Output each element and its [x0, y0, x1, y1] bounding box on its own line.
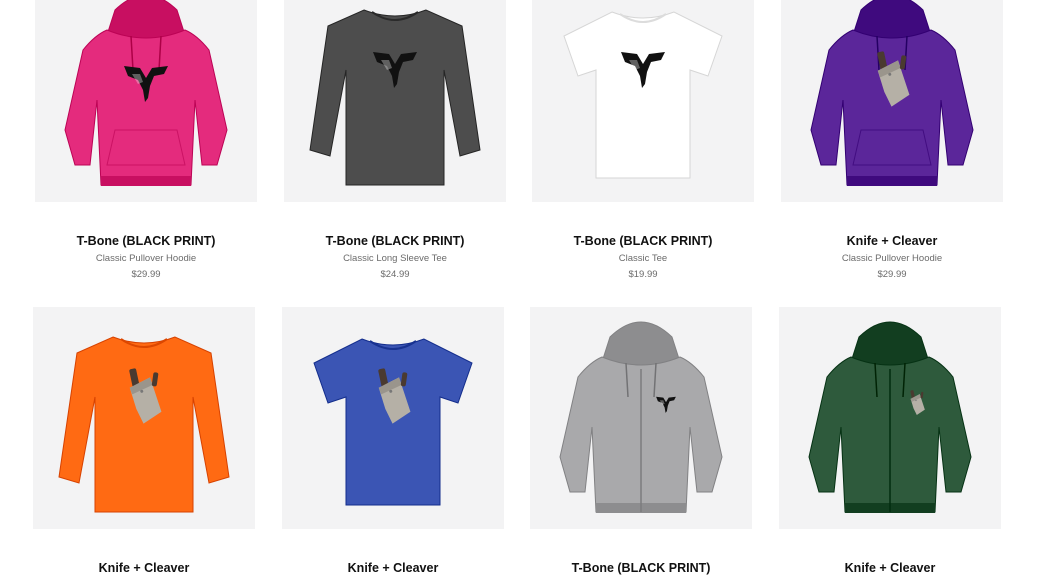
product-image[interactable] [282, 307, 504, 529]
product-title[interactable]: T-Bone (BLACK PRINT) [530, 561, 752, 576]
product-price: $29.99 [877, 269, 907, 280]
hoodie-illustration [64, 0, 228, 186]
product-image[interactable] [532, 0, 754, 202]
product-style: Classic Pullover Hoodie [95, 253, 197, 264]
garment-body [810, 29, 974, 186]
product-card[interactable]: T-Bone (BLACK PRINT) Classic Long Sleeve… [284, 0, 506, 281]
product-card[interactable]: Knife + Cleaver [779, 307, 1001, 576]
tee-illustration [313, 338, 473, 506]
product-title[interactable]: T-Bone (BLACK PRINT) [284, 234, 506, 249]
garment-body [309, 9, 481, 186]
product-title[interactable]: Knife + Cleaver [33, 561, 255, 576]
longsleeve-illustration [58, 336, 230, 513]
hoodie-illustration [810, 0, 974, 186]
tee-illustration [563, 11, 723, 179]
product-card[interactable]: Knife + Cleaver [33, 307, 255, 576]
garment-body [58, 336, 230, 513]
product-title[interactable]: T-Bone (BLACK PRINT) [532, 234, 754, 249]
product-image[interactable] [781, 0, 1003, 202]
zip-hoodie-illustration [559, 321, 723, 513]
product-price: $19.99 [628, 269, 658, 280]
product-style: Classic Long Sleeve Tee [343, 253, 447, 264]
product-image[interactable] [35, 0, 257, 202]
product-card[interactable]: T-Bone (BLACK PRINT) Classic Tee $19.99 [532, 0, 754, 281]
zip-hoodie-illustration [808, 321, 972, 513]
product-title[interactable]: Knife + Cleaver [282, 561, 504, 576]
garment-body [563, 11, 723, 179]
product-card[interactable]: Knife + Cleaver [282, 307, 504, 576]
product-card[interactable]: T-Bone (BLACK PRINT) Classic Pullover Ho… [35, 0, 257, 281]
product-grid: T-Bone (BLACK PRINT) Classic Pullover Ho… [0, 0, 1038, 576]
product-title[interactable]: Knife + Cleaver [779, 561, 1001, 576]
product-price: $24.99 [380, 269, 410, 280]
product-title[interactable]: Knife + Cleaver [781, 234, 1003, 249]
product-card[interactable]: T-Bone (BLACK PRINT) [530, 307, 752, 576]
product-image[interactable] [779, 307, 1001, 529]
garment-body [64, 29, 228, 186]
product-image[interactable] [33, 307, 255, 529]
product-image[interactable] [530, 307, 752, 529]
product-price: $29.99 [131, 269, 161, 280]
product-style: Classic Pullover Hoodie [841, 253, 943, 264]
longsleeve-illustration [309, 9, 481, 186]
product-image[interactable] [284, 0, 506, 202]
product-title[interactable]: T-Bone (BLACK PRINT) [35, 234, 257, 249]
product-style: Classic Tee [618, 253, 668, 264]
product-card[interactable]: Knife + Cleaver Classic Pullover Hoodie … [781, 0, 1003, 281]
